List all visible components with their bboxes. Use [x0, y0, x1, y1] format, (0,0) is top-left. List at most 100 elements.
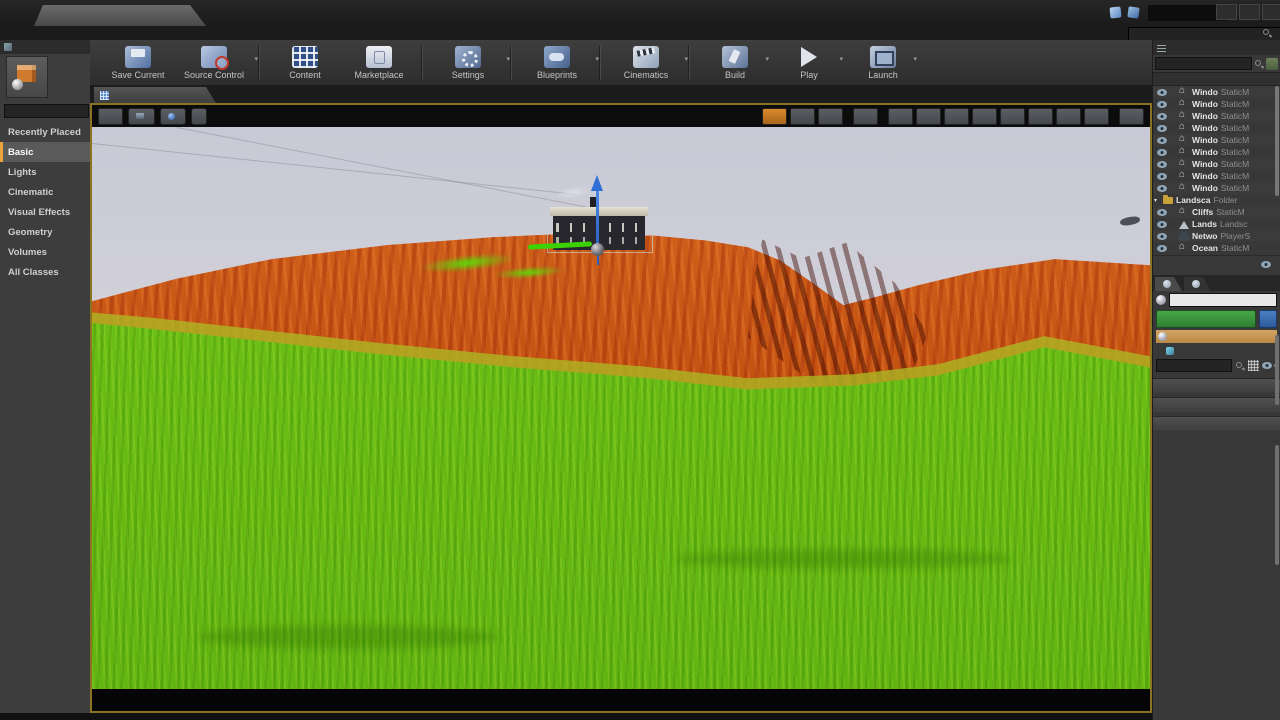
window-controls — [1216, 4, 1280, 20]
outliner-row[interactable]: Windo StaticM — [1153, 86, 1280, 98]
toolbar-button[interactable]: Play ▾ — [775, 46, 843, 80]
layout-icon[interactable] — [1127, 6, 1139, 18]
level-tab[interactable] — [34, 5, 206, 26]
minimize-button[interactable] — [1216, 4, 1237, 20]
new-folder-button[interactable] — [1266, 58, 1278, 70]
toolbar-button[interactable]: Settings ▾ — [434, 46, 511, 80]
visibility-eye-icon[interactable] — [1157, 245, 1167, 252]
viewport-tab[interactable] — [94, 87, 216, 103]
distant-object — [1120, 216, 1141, 227]
3d-scene[interactable] — [92, 127, 1150, 689]
details-scrollbar[interactable] — [1275, 445, 1279, 565]
viewport-options-dropdown[interactable] — [98, 108, 123, 125]
toolbar-button[interactable]: Marketplace ▾ — [345, 46, 422, 80]
angle-snap-icon[interactable] — [944, 108, 969, 125]
outliner-row[interactable]: Netwo PlayerS — [1153, 230, 1280, 242]
actor-name-field[interactable] — [1169, 293, 1277, 307]
outliner-search-input[interactable] — [1155, 57, 1252, 70]
base-inherited-row[interactable] — [1163, 344, 1277, 357]
outliner-row[interactable]: Windo StaticM — [1153, 110, 1280, 122]
section-default[interactable] — [1153, 397, 1280, 412]
outliner-row[interactable]: Windo StaticM — [1153, 122, 1280, 134]
toolbar-button[interactable]: Save Current ▾ — [104, 46, 172, 80]
component-self-row[interactable] — [1156, 330, 1277, 343]
move-tool-button[interactable] — [762, 108, 787, 125]
modes-category[interactable]: All Classes — [0, 262, 90, 282]
outliner-row[interactable]: Windo StaticM — [1153, 98, 1280, 110]
visibility-eye-icon[interactable] — [1157, 125, 1167, 132]
section-override-settings[interactable] — [1153, 416, 1280, 431]
visibility-eye-icon[interactable] — [1157, 149, 1167, 156]
rotate-tool-button[interactable] — [790, 108, 815, 125]
layout-maximize-button[interactable] — [1119, 108, 1144, 125]
outliner-row[interactable]: Cliffs StaticM — [1153, 206, 1280, 218]
visibility-eye-icon[interactable] — [1157, 173, 1167, 180]
outliner-scrollbar[interactable] — [1275, 86, 1279, 196]
modes-category[interactable]: Volumes — [0, 242, 90, 262]
visibility-eye-icon[interactable] — [1157, 113, 1167, 120]
visibility-eye-icon[interactable] — [1157, 209, 1167, 216]
angle-snap-value[interactable] — [972, 108, 997, 125]
scale-snap-icon[interactable] — [1000, 108, 1025, 125]
gizmo-origin-sphere[interactable] — [591, 243, 604, 256]
tab-details[interactable] — [1155, 277, 1182, 291]
visibility-eye-icon[interactable] — [1157, 185, 1167, 192]
modes-category[interactable]: Basic — [0, 142, 90, 162]
toolbar-button[interactable]: Blueprints ▾ — [523, 46, 600, 80]
translate-gizmo-arrowhead[interactable] — [591, 175, 603, 191]
toolbar-button[interactable]: Source Control ▾ — [178, 46, 259, 80]
world-space-button[interactable] — [853, 108, 878, 125]
modes-category[interactable]: Recently Placed — [0, 122, 90, 142]
toolbar-button[interactable]: Build ▾ — [701, 46, 769, 80]
close-button[interactable] — [1262, 4, 1280, 20]
outliner-row[interactable]: Windo StaticM — [1153, 182, 1280, 194]
viewport[interactable] — [90, 103, 1152, 713]
grid-snap-icon[interactable] — [888, 108, 913, 125]
show-button[interactable] — [191, 108, 207, 125]
place-mode-button[interactable] — [6, 56, 48, 98]
outliner-row[interactable]: ▾ Landsca Folder — [1153, 194, 1280, 206]
layout-icon[interactable] — [1109, 6, 1121, 18]
modes-category[interactable]: Lights — [0, 162, 90, 182]
outliner-row[interactable]: Ocean StaticM — [1153, 242, 1280, 254]
maximize-button[interactable] — [1239, 4, 1260, 20]
visibility-eye-icon[interactable] — [1157, 101, 1167, 108]
modes-category[interactable]: Geometry — [0, 222, 90, 242]
outliner-row[interactable]: Windo StaticM — [1153, 134, 1280, 146]
visibility-eye-icon[interactable] — [1157, 137, 1167, 144]
outliner-row[interactable]: Windo StaticM — [1153, 158, 1280, 170]
perspective-button[interactable] — [128, 108, 155, 125]
visibility-eye-icon[interactable] — [1157, 89, 1167, 96]
modes-category[interactable]: Visual Effects — [0, 202, 90, 222]
translate-gizmo-z-axis[interactable] — [596, 189, 599, 247]
toolbar-button[interactable]: Launch ▾ — [849, 46, 917, 80]
visibility-eye-icon[interactable] — [1157, 161, 1167, 168]
expander-icon[interactable]: ▾ — [1154, 197, 1160, 204]
toolbar-button[interactable]: Content ▾ — [271, 46, 339, 80]
scale-tool-button[interactable] — [818, 108, 843, 125]
property-matrix-icon[interactable] — [1248, 360, 1259, 371]
details-search-input[interactable] — [1156, 359, 1232, 372]
visibility-eye-icon[interactable] — [1157, 221, 1167, 228]
section-transform[interactable] — [1153, 378, 1280, 393]
add-component-button[interactable] — [1156, 310, 1256, 328]
outliner-row[interactable]: Lands Landsc — [1153, 218, 1280, 230]
search-classes-input[interactable] — [4, 104, 89, 118]
blueprint-icon — [1166, 347, 1174, 355]
toolbar-button[interactable]: Cinematics ▾ — [612, 46, 689, 80]
help-search-input[interactable] — [1128, 27, 1280, 41]
tab-world-settings[interactable] — [1184, 277, 1211, 291]
lit-button[interactable] — [160, 108, 186, 125]
chevron-down-icon: ▾ — [507, 55, 511, 63]
outliner-row[interactable]: Windo StaticM — [1153, 170, 1280, 182]
scale-snap-value[interactable] — [1028, 108, 1053, 125]
grid-snap-value[interactable] — [916, 108, 941, 125]
details-scrollbar[interactable] — [1275, 335, 1279, 405]
edit-blueprint-button[interactable] — [1259, 310, 1277, 328]
modes-category[interactable]: Cinematic — [0, 182, 90, 202]
camera-speed-icon[interactable] — [1056, 108, 1081, 125]
actor-type-icon — [1179, 221, 1189, 229]
camera-speed-value[interactable] — [1084, 108, 1109, 125]
visibility-eye-icon[interactable] — [1157, 233, 1167, 240]
outliner-row[interactable]: Windo StaticM — [1153, 146, 1280, 158]
